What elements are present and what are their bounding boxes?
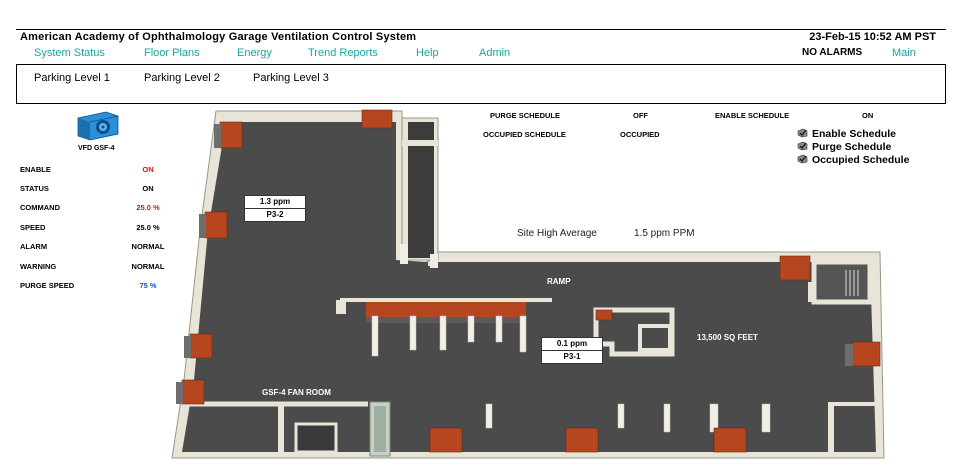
param-value: NORMAL [131,262,165,271]
fan-3 [204,211,228,239]
fan-11 [595,309,613,321]
sensor-p3-2[interactable]: 1.3 ppm P3-2 [244,195,306,222]
param-label: ALARM [20,242,48,251]
fan-room-label: GSF-4 FAN ROOM [262,388,331,397]
sensor-value: 1.3 ppm [245,196,305,209]
schedule-icon [797,128,808,138]
param-label: PURGE SPEED [20,281,75,290]
site-high-average-label: Site High Average [517,228,597,239]
enable-schedule-value[interactable]: ON [862,111,873,120]
shaft-bottom [400,244,408,264]
legend-enable-schedule[interactable]: Enable Schedule [797,128,896,140]
param-value[interactable]: ON [122,165,174,174]
bottom-right-wall [828,404,834,454]
fan-8 [429,427,463,453]
purge-schedule-value[interactable]: OFF [633,111,648,120]
param-label: COMMAND [20,203,60,212]
param-value[interactable]: 25.0 % [122,203,174,212]
fan-9 [565,427,599,453]
param-label: ENABLE [20,165,51,174]
legend-label: Enable Schedule [812,128,897,140]
fan-room-door [278,404,284,452]
beam-wall-left [336,300,346,314]
fan-7 [851,341,881,367]
param-label: WARNING [20,262,57,271]
beam [366,301,526,317]
sensor-value: 0.1 ppm [542,338,602,351]
occupied-schedule-label: OCCUPIED SCHEDULE [483,130,566,139]
fan-2 [361,109,393,129]
param-value[interactable]: 75 % [122,281,174,290]
right-room [811,259,873,305]
purge-schedule-label: PURGE SCHEDULE [490,111,561,120]
legend-label: Purge Schedule [812,141,892,153]
area-label: 13,500 SQ FEET [697,333,758,342]
schedule-icon [797,141,808,151]
legend-label: Occupied Schedule [812,154,910,166]
floor-plan [171,109,885,459]
fan-unit-icon[interactable] [76,110,120,142]
param-label: SPEED [20,223,46,232]
occupied-schedule-value[interactable]: OCCUPIED [620,130,660,139]
stair-unit-inner [374,406,386,452]
legend-purge-schedule[interactable]: Purge Schedule [797,141,891,153]
param-value: 25.0 % [136,223,160,232]
fan-room-box [294,422,338,454]
beam-top [340,298,552,302]
schedule-icon [797,154,808,164]
sensor-p3-1[interactable]: 0.1 ppm P3-1 [541,337,603,364]
param-value: NORMAL [131,242,165,251]
ramp-label: RAMP [547,277,571,286]
fan-5 [181,379,205,405]
shaft-bottom-2 [430,254,438,268]
param-value: ON [142,184,154,193]
shaft-divider [402,140,438,146]
fan-6 [779,255,811,281]
sensor-id: P3-2 [266,210,284,219]
fan-1 [219,121,243,149]
sensor-id: P3-1 [563,352,581,361]
legend-occupied-schedule[interactable]: Occupied Schedule [797,154,909,166]
right-room-wall [808,282,814,302]
fan-10 [713,427,747,453]
vfd-label: VFD GSF-4 [78,145,115,152]
site-high-average-value: 1.5 ppm PPM [634,228,695,239]
fan-4 [189,333,213,359]
param-label: STATUS [20,184,49,193]
enable-schedule-label: ENABLE SCHEDULE [715,111,790,120]
